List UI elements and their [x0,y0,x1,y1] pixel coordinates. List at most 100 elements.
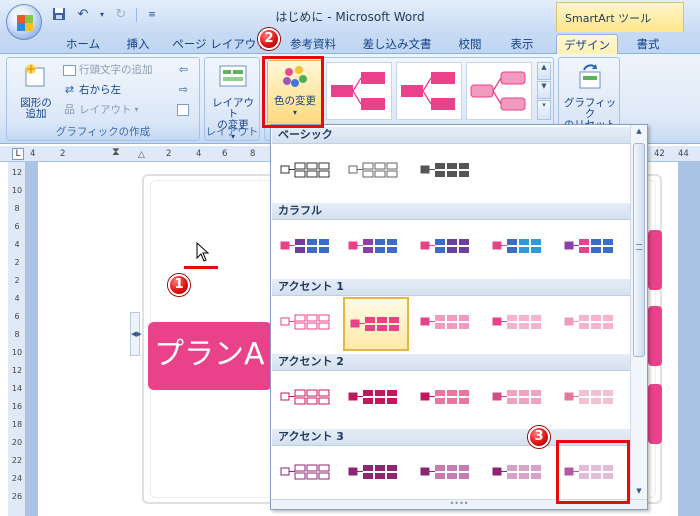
right-to-left-button[interactable]: ⇄ 右から左 [63,82,121,98]
vertical-ruler-tick: 8 [14,330,20,339]
color-option[interactable] [487,447,553,501]
vertical-ruler-tick: 20 [11,438,23,447]
color-option[interactable] [343,221,409,275]
color-option[interactable] [275,145,341,199]
reset-graphic-button[interactable]: グラフィック のリセット [561,62,619,131]
color-option[interactable] [275,372,341,426]
right-to-left-icon: ⇄ [64,83,75,96]
office-button[interactable] [6,4,42,40]
smartart-shape-right-3[interactable] [648,384,662,444]
color-option[interactable] [343,447,409,501]
color-option[interactable] [343,145,409,199]
horizontal-ruler[interactable] [0,146,270,162]
hierarchy-icon: 品 [64,103,75,116]
reset-graphic-icon [579,64,601,89]
add-bullet-button[interactable]: 行頭文字の追加 [63,62,153,78]
tab-stop-selector[interactable]: L [12,148,24,160]
color-option-preview [420,390,469,404]
color-option[interactable] [487,297,553,351]
gallery-category-header: アクセント 2 [272,354,630,371]
undo-icon[interactable]: ↶ [74,7,92,23]
ruler-tick: 6 [222,149,228,159]
tab-format[interactable]: 書式 [626,34,670,54]
horizontal-ruler-right[interactable] [640,146,700,162]
color-option[interactable] [559,372,625,426]
color-option-preview [492,239,541,253]
color-option[interactable] [415,447,481,501]
color-option[interactable] [487,372,553,426]
color-option[interactable] [487,221,553,275]
color-option[interactable] [415,145,481,199]
tab-review[interactable]: 校閲 [450,34,490,54]
gallery-scrollbar-thumb[interactable] [633,143,645,357]
color-option[interactable] [343,372,409,426]
add-shape-icon [25,64,45,87]
color-option[interactable] [559,221,625,275]
color-option[interactable] [275,297,341,351]
annotation-box-2 [262,56,324,128]
text-pane-toggle[interactable]: ◀▶ [130,312,142,356]
left-indent-marker-icon[interactable]: △ [138,150,145,160]
add-shape-label: 図形の 追加 [20,97,52,120]
demote-arrow-icon: ⇨ [178,83,189,96]
tab-page-layout[interactable]: ページ レイアウト [170,34,270,54]
tab-references[interactable]: 参考資料 [282,34,344,54]
color-option-preview [420,465,469,479]
redo-icon[interactable]: ↻ [112,7,130,23]
color-option[interactable] [415,372,481,426]
smartart-shape-right-1[interactable] [648,230,662,290]
vertical-ruler-tick: 26 [11,492,23,501]
color-option[interactable] [415,297,481,351]
add-shape-button[interactable]: 図形の 追加 [13,62,59,120]
color-option[interactable] [275,447,341,501]
gallery-scroll-up-icon[interactable]: ▲ [537,62,551,80]
promote-button[interactable]: ⇦ [177,62,190,78]
ruler-tick: 4 [30,149,36,159]
scroll-up-arrow-icon[interactable]: ▲ [633,127,645,135]
vertical-ruler-tick: 2 [14,276,20,285]
undo-dropdown-icon[interactable]: ▾ [98,7,106,23]
gallery-category-header: ベーシック [272,127,630,144]
color-option-preview [348,465,397,479]
color-option[interactable] [275,221,341,275]
vertical-ruler-tick: 2 [14,258,20,267]
vertical-ruler-tick: 4 [14,294,20,303]
demote-button[interactable]: ⇨ [177,82,190,98]
save-icon[interactable] [50,7,68,23]
color-option-preview [348,162,398,178]
indent-marker-icon[interactable]: ⧗ [112,145,120,159]
text-pane-button[interactable] [177,102,189,118]
color-option[interactable] [559,297,625,351]
smartart-shape-plan[interactable]: プランA [148,322,272,390]
tab-insert[interactable]: 挿入 [118,34,158,54]
style-thumb-2[interactable] [396,62,462,120]
tab-mailings[interactable]: 差し込み文書 [356,34,438,54]
color-option[interactable] [343,297,409,351]
color-option[interactable] [415,221,481,275]
group-label-create-graphic: グラフィックの作成 [55,126,151,138]
tab-design[interactable]: デザイン [556,34,618,54]
color-option-preview [348,390,397,404]
vertical-ruler-tick: 16 [11,402,23,411]
tab-home[interactable]: ホーム [60,34,106,54]
smartart-shape-right-2[interactable] [648,306,662,366]
scroll-down-arrow-icon[interactable]: ▼ [633,487,645,495]
vertical-ruler-tick: 22 [11,456,23,465]
scroll-grip-icon [636,244,642,250]
layout-button[interactable]: 品 レイアウト ▾ [63,102,139,118]
layout-dropdown-icon: ▾ [134,105,139,114]
annotation-badge-2: 2 [258,28,280,50]
style-thumb-1[interactable] [326,62,392,120]
gallery-more-icon[interactable]: ▾ [537,100,551,120]
gallery-category-header: アクセント 1 [272,279,630,296]
vertical-ruler-tick: 12 [11,366,23,375]
tab-view[interactable]: 表示 [502,34,542,54]
color-option-preview [420,163,469,177]
style-thumb-3[interactable] [466,62,532,120]
qat-dropdown-icon[interactable]: ≡ [143,7,161,23]
gallery-scrollbar[interactable]: ▲ ▼ [630,125,647,501]
gallery-scroll-down-icon[interactable]: ▼ [537,81,551,99]
color-option-preview [280,162,330,178]
vertical-ruler-tick: 10 [11,186,23,195]
color-option-preview [350,317,399,331]
